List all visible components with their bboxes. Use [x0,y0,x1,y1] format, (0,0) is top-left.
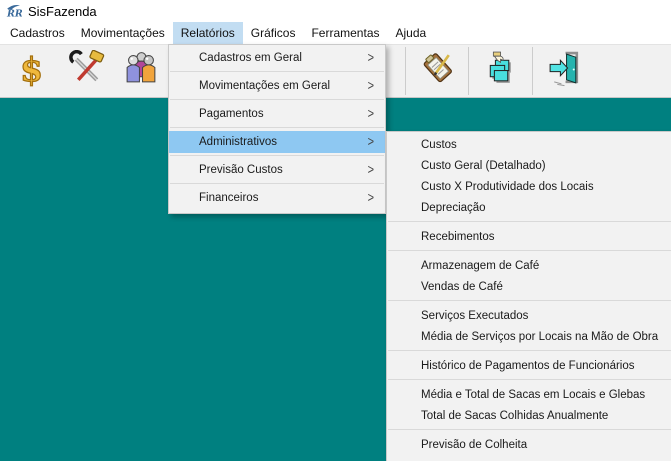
menubar-item-ajuda[interactable]: Ajuda [388,22,435,44]
clipboard-icon [420,50,457,92]
menu-item-previsao-custos[interactable]: Previsão Custos > [169,159,385,181]
menu-item-label: Cadastros em Geral [199,52,302,64]
exit-button[interactable] [538,48,590,94]
submenu-separator [388,221,671,222]
reports-button[interactable] [412,48,464,94]
menu-separator [170,127,384,128]
relatorios-menu: Cadastros em Geral > Movimentações em Ge… [168,44,386,214]
toolbar-separator [468,47,469,95]
exit-door-icon [546,50,583,92]
submenu-separator [388,350,671,351]
submenu-item-media-de-servicos[interactable]: Média de Serviços por Locais na Mão de O… [387,326,671,347]
submenu-separator [388,300,671,301]
submenu-item-depreciacao[interactable]: Depreciação [387,197,671,218]
submenu-item-vendas-de-cafe[interactable]: Vendas de Café [387,276,671,297]
menu-item-movimentacoes-em-geral[interactable]: Movimentações em Geral > [169,75,385,97]
menu-item-label: Financeiros [199,192,258,204]
tools-icon [68,50,105,92]
menubar-item-relatorios[interactable]: Relatórios [173,22,243,44]
windows-button[interactable] [472,48,524,94]
submenu-item-recebimentos[interactable]: Recebimentos [387,226,671,247]
menu-separator [170,155,384,156]
submenu-separator [388,379,671,380]
submenu-arrow-icon: > [368,163,374,178]
toolbar-separator [405,47,406,95]
menu-item-financeiros[interactable]: Financeiros > [169,187,385,209]
tools-button[interactable] [60,48,112,94]
submenu-item-media-total-sacas[interactable]: Média e Total de Sacas em Locais e Gleba… [387,384,671,405]
menubar-item-movimentacoes[interactable]: Movimentações [73,22,173,44]
submenu-item-historico-pagamentos[interactable]: Histórico de Pagamentos de Funcionários [387,355,671,376]
toolbar-separator [532,47,533,95]
submenu-item-custo-x-produtividade[interactable]: Custo X Produtividade dos Locais [387,176,671,197]
submenu-item-custos[interactable]: Custos [387,134,671,155]
app-logo-icon: RR [5,3,22,19]
menubar-item-graficos[interactable]: Gráficos [243,22,304,44]
menubar-item-ferramentas[interactable]: Ferramentas [303,22,387,44]
submenu-arrow-icon: > [368,51,374,66]
menu-bar: Cadastros Movimentações Relatórios Gráfi… [0,22,671,44]
submenu-arrow-icon: > [368,79,374,94]
submenu-arrow-icon: > [368,107,374,122]
menu-separator [170,183,384,184]
menu-separator [170,71,384,72]
menu-item-label: Administrativos [199,136,277,148]
menu-item-label: Movimentações em Geral [199,80,330,92]
people-button[interactable] [115,48,167,94]
app-window: RR SisFazenda Cadastros Movimentações Re… [0,0,671,461]
people-icon [123,50,160,92]
submenu-item-previsao-de-colheita[interactable]: Previsão de Colheita [387,434,671,455]
payments-button[interactable]: $ [5,48,57,94]
svg-text:RR: RR [6,9,22,20]
menu-item-cadastros-em-geral[interactable]: Cadastros em Geral > [169,47,385,69]
menubar-item-cadastros[interactable]: Cadastros [2,22,73,44]
submenu-arrow-icon: > [368,191,374,206]
dollar-icon: $ [13,50,50,92]
svg-text:$: $ [20,50,43,87]
submenu-item-total-sacas-anualmente[interactable]: Total de Sacas Colhidas Anualmente [387,405,671,426]
menu-item-administrativos[interactable]: Administrativos > [169,131,385,153]
menu-item-pagamentos[interactable]: Pagamentos > [169,103,385,125]
menu-item-label: Pagamentos [199,108,264,120]
title-bar: RR SisFazenda [0,0,671,22]
submenu-item-armazenagem-de-cafe[interactable]: Armazenagem de Café [387,255,671,276]
menu-item-label: Previsão Custos [199,164,283,176]
submenu-arrow-icon: > [368,135,374,150]
cascade-windows-icon [480,50,517,92]
window-title: SisFazenda [28,4,97,19]
submenu-separator [388,250,671,251]
submenu-separator [388,429,671,430]
submenu-item-custo-geral-detalhado[interactable]: Custo Geral (Detalhado) [387,155,671,176]
submenu-item-servicos-executados[interactable]: Serviços Executados [387,305,671,326]
administrativos-submenu: Custos Custo Geral (Detalhado) Custo X P… [386,131,671,461]
menu-separator [170,99,384,100]
